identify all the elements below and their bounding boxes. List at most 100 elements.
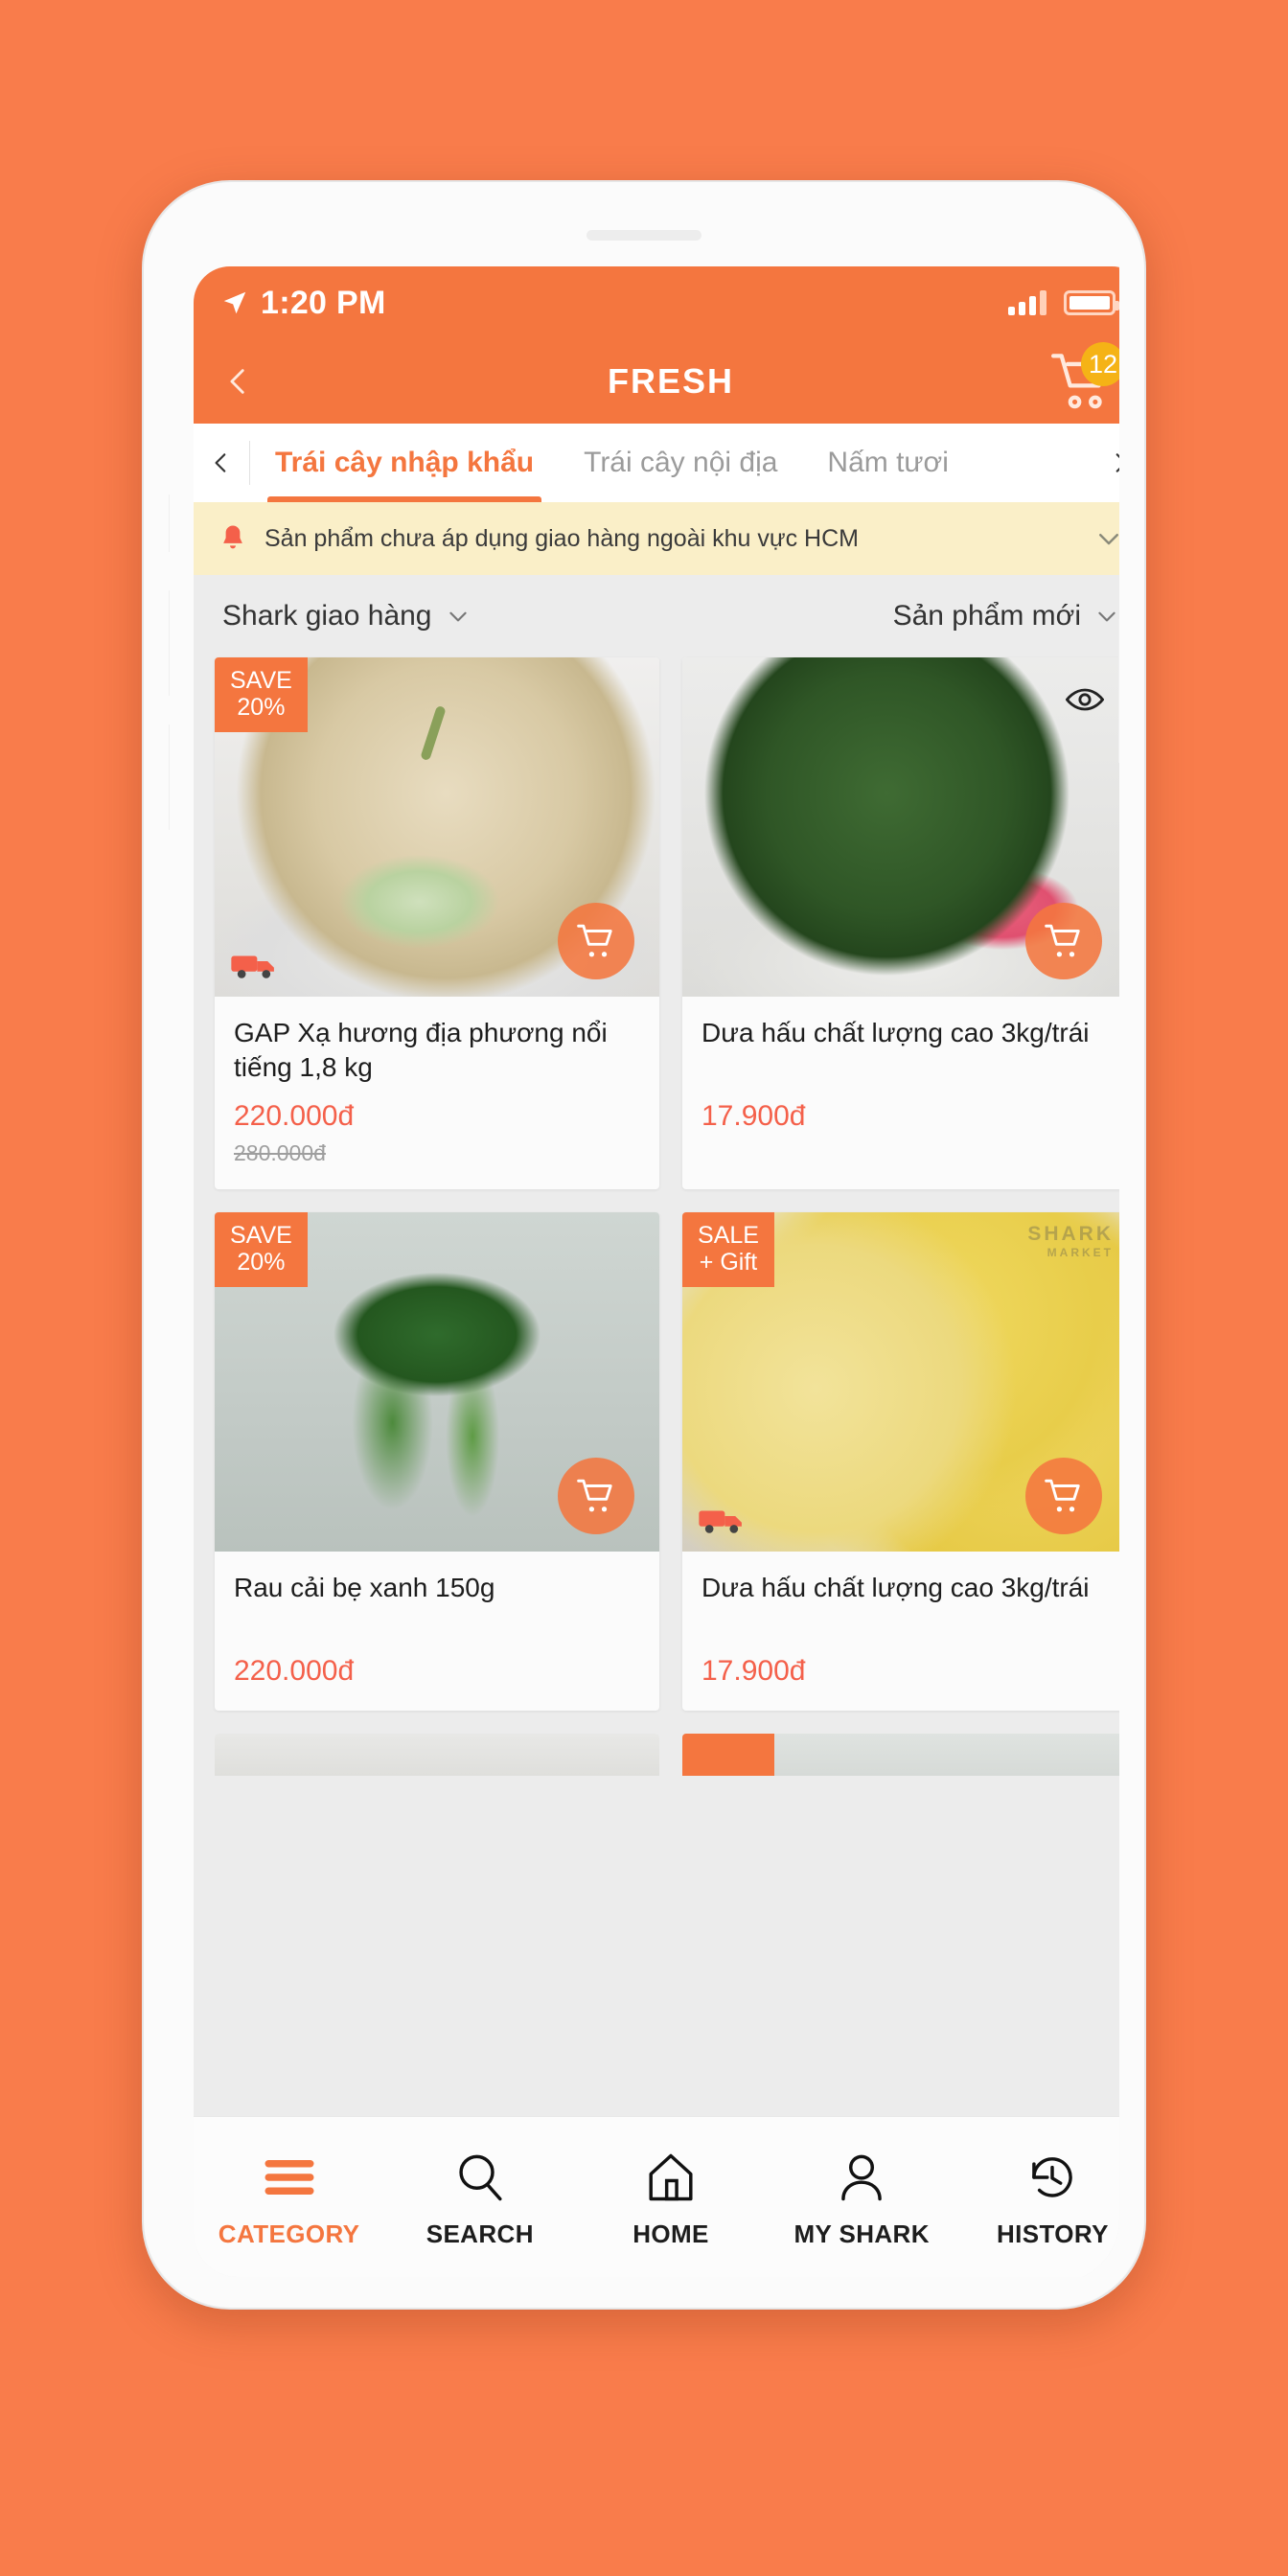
bottom-navigation: CATEGORY SEARCH HOME MY SHARK HISTORY — [194, 2116, 1119, 2277]
product-price: 220.000đ — [234, 1100, 355, 1132]
product-info: Dưa hấu chất lượng cao 3kg/trái 17.900đ — [682, 997, 1119, 1156]
delivery-truck-icon — [699, 1510, 742, 1533]
chevron-left-icon — [215, 453, 226, 472]
status-bar-indicators — [1008, 290, 1119, 315]
product-card[interactable]: SHARK MARKET SALE + Gift Dưa hấu chất lư… — [682, 1212, 1119, 1711]
chevron-right-icon — [1116, 453, 1119, 472]
product-grid: SAVE 20% GAP Xạ hương địa phương nổi tiế… — [194, 657, 1119, 1711]
product-image — [682, 657, 1119, 997]
add-to-cart-icon — [577, 924, 612, 957]
bell-icon — [223, 525, 242, 549]
discount-badge: SAVE 20% — [215, 1212, 308, 1287]
house-icon — [646, 2150, 696, 2204]
product-image: SHARK MARKET SALE + Gift — [682, 1212, 1119, 1552]
chevron-down-icon — [1098, 611, 1116, 622]
product-card[interactable]: SAVE 20% Rau cải bẹ xanh 150g 220.000đ — [215, 1212, 659, 1711]
page-title: FRESH — [607, 361, 734, 401]
add-to-cart-button[interactable] — [1025, 1458, 1102, 1534]
quick-view-button[interactable] — [1064, 678, 1106, 721]
add-to-cart-icon — [1045, 924, 1080, 957]
product-card[interactable] — [682, 1734, 1119, 1776]
tabs-next-button[interactable] — [1092, 424, 1119, 502]
sale-badge — [682, 1734, 774, 1776]
status-bar-clock: 1:20 PM — [261, 284, 386, 321]
nav-item-history[interactable]: HISTORY — [957, 2150, 1119, 2249]
tab-label: Trái cây nhập khẩu — [275, 447, 535, 478]
phone-screen: 1:20 PM FRESH 12 Trái cây nhập khẩu Trái… — [194, 266, 1123, 2277]
shark-watermark: SHARK MARKET — [1027, 1223, 1114, 1260]
phone-power-button — [1118, 619, 1119, 763]
watermark-text: SHARK — [1027, 1223, 1114, 1245]
product-card[interactable]: SAVE 20% GAP Xạ hương địa phương nổi tiế… — [215, 657, 659, 1189]
notice-text: Sản phẩm chưa áp dụng giao hàng ngoài kh… — [264, 524, 859, 552]
filter-shark-delivery[interactable]: Shark giao hàng — [222, 600, 471, 632]
phone-side-button — [169, 494, 170, 552]
sale-badge: SALE + Gift — [682, 1212, 774, 1287]
status-bar: 1:20 PM — [194, 266, 1119, 339]
badge-line-1: SALE — [698, 1222, 759, 1249]
add-to-cart-button[interactable] — [558, 1458, 634, 1534]
product-photo — [215, 1734, 659, 1776]
nav-item-label: SEARCH — [426, 2220, 534, 2248]
nav-item-search[interactable]: SEARCH — [384, 2150, 575, 2249]
eye-icon — [1066, 688, 1104, 711]
phone-bezel: 1:20 PM FRESH 12 Trái cây nhập khẩu Trái… — [144, 182, 1144, 2308]
add-to-cart-button[interactable] — [1025, 903, 1102, 979]
nav-item-label: MY SHARK — [794, 2220, 930, 2248]
delivery-truck-icon — [231, 955, 274, 978]
tab-label: Nấm tươi — [827, 447, 949, 478]
add-to-cart-icon — [1045, 1479, 1080, 1512]
product-grid-next-row — [194, 1734, 1119, 1776]
product-image: SAVE 20% — [215, 1212, 659, 1552]
phone-volume-down-button — [169, 724, 170, 830]
filter-sort-new-products[interactable]: Sản phẩm mới — [893, 600, 1119, 632]
product-card[interactable]: Dưa hấu chất lượng cao 3kg/trái 17.900đ — [682, 657, 1119, 1189]
badge-line-2: 20% — [237, 694, 286, 721]
discount-badge: SAVE 20% — [215, 657, 308, 732]
phone-frame: 1:20 PM FRESH 12 Trái cây nhập khẩu Trái… — [142, 180, 1146, 2310]
tab-nam-tuoi[interactable]: Nấm tươi — [802, 424, 973, 502]
tab-trai-cay-noi-dia[interactable]: Trái cây nội địa — [559, 424, 802, 502]
product-price: 17.900đ — [702, 1655, 806, 1687]
product-image: SAVE 20% — [215, 657, 659, 997]
add-to-cart-icon — [577, 1479, 612, 1512]
location-arrow-icon — [223, 291, 246, 314]
filter-label: Shark giao hàng — [222, 600, 432, 632]
product-title: Dưa hấu chất lượng cao 3kg/trái — [702, 1018, 1090, 1047]
badge-line-1: SAVE — [230, 1222, 292, 1249]
tab-trai-cay-nhap-khau[interactable]: Trái cây nhập khẩu — [250, 424, 559, 502]
signal-bars-icon — [1008, 290, 1046, 315]
category-tab-strip: Trái cây nhập khẩu Trái cây nội địa Nấm … — [194, 424, 1119, 502]
add-to-cart-button[interactable] — [558, 903, 634, 979]
tab-label: Trái cây nội địa — [584, 447, 778, 478]
app-bar: FRESH 12 — [194, 339, 1119, 424]
magnifier-icon — [455, 2150, 505, 2204]
cart-button[interactable]: 12 — [1048, 342, 1119, 413]
nav-item-label: HISTORY — [996, 2220, 1109, 2248]
product-info: GAP Xạ hương địa phương nổi tiếng 1,8 kg… — [215, 997, 659, 1189]
nav-item-label: HOME — [632, 2220, 709, 2248]
product-card[interactable] — [215, 1734, 659, 1776]
battery-full-icon — [1064, 290, 1119, 315]
clock-rewind-icon — [1027, 2150, 1077, 2204]
product-title: GAP Xạ hương địa phương nổi tiếng 1,8 kg — [234, 1018, 608, 1083]
category-tabs: Trái cây nhập khẩu Trái cây nội địa Nấm … — [250, 424, 1092, 502]
chevron-down-icon[interactable] — [1094, 524, 1123, 553]
product-price: 17.900đ — [702, 1100, 806, 1132]
product-info: Dưa hấu chất lượng cao 3kg/trái 17.900đ — [682, 1552, 1119, 1711]
nav-item-my-shark[interactable]: MY SHARK — [767, 2150, 957, 2249]
tabs-prev-button[interactable] — [194, 424, 249, 502]
badge-line-2: 20% — [237, 1249, 286, 1276]
nav-item-category[interactable]: CATEGORY — [194, 2150, 384, 2249]
nav-item-label: CATEGORY — [218, 2220, 360, 2248]
filter-label: Sản phẩm mới — [892, 600, 1081, 632]
chevron-down-icon — [448, 611, 467, 622]
product-price: 220.000đ — [234, 1655, 355, 1687]
person-icon — [837, 2150, 886, 2204]
badge-line-2: + Gift — [699, 1249, 758, 1276]
product-info: Rau cải bẹ xanh 150g 220.000đ — [215, 1552, 659, 1711]
nav-item-home[interactable]: HOME — [575, 2150, 766, 2249]
earpiece-speaker — [586, 230, 702, 241]
notice-banner[interactable]: Sản phẩm chưa áp dụng giao hàng ngoài kh… — [194, 502, 1123, 575]
product-title: Dưa hấu chất lượng cao 3kg/trái — [702, 1573, 1090, 1602]
